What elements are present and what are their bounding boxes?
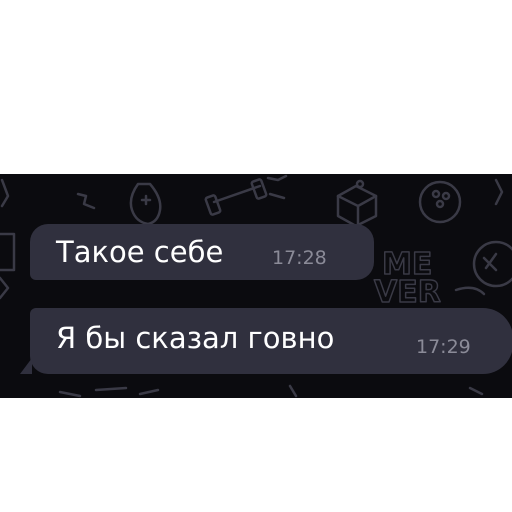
arrow-icon: [0, 178, 10, 208]
message-bubble[interactable]: Такое себе 17:28: [30, 224, 374, 280]
message-text: Такое себе: [56, 235, 224, 269]
bubble-tail: [20, 358, 32, 374]
tv-icon: [0, 232, 16, 300]
message-bubble[interactable]: Я бы сказал говно 17:29: [30, 308, 512, 374]
message-text: Я бы сказал говно: [56, 321, 335, 355]
gamepad-icon: [129, 182, 162, 226]
wallpaper-sticker-text-bottom: VER: [374, 275, 441, 310]
controller-button-icon: [472, 240, 512, 288]
bowling-ball-icon: [418, 180, 462, 224]
chat-view: ME VER Такое себе 17:28 Я бы сказал говн…: [0, 174, 512, 398]
dumbbell-icon: [204, 174, 288, 216]
dice-icon: [336, 179, 378, 228]
message-time: 17:28: [272, 247, 327, 269]
message-time: 17:29: [416, 336, 471, 358]
